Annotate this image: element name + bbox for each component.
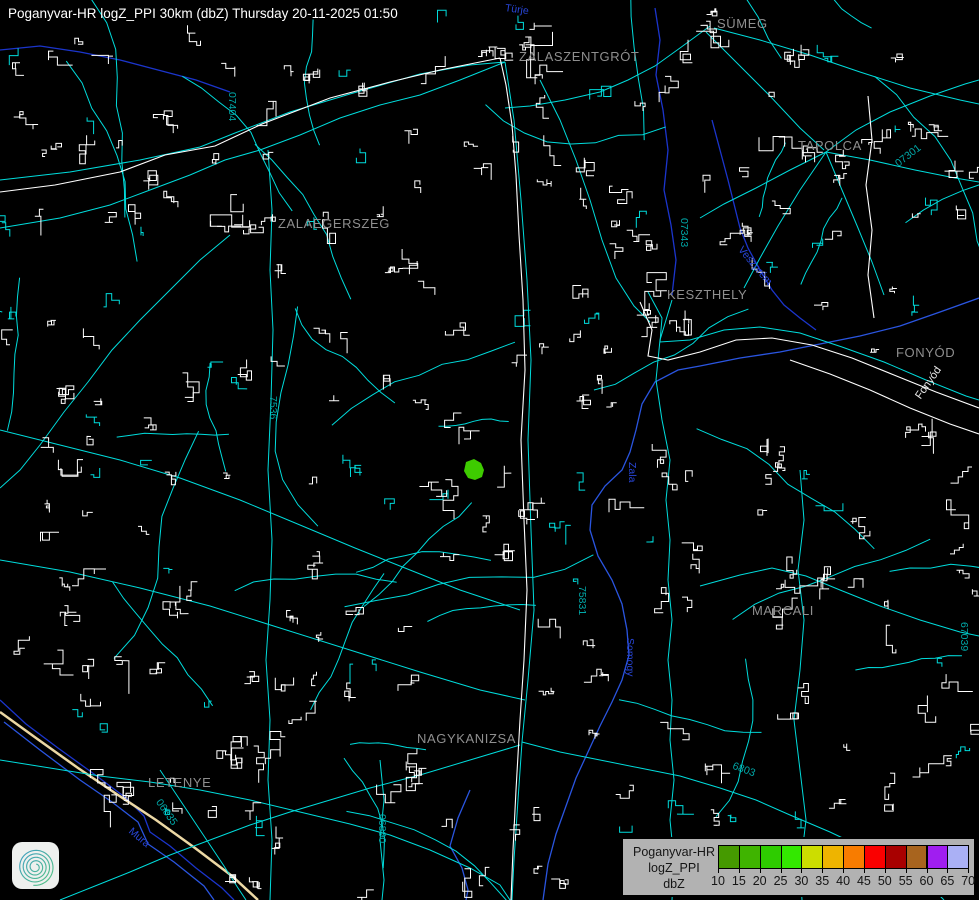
- radar-echo: [464, 459, 484, 480]
- city-label: FONYÓD: [896, 345, 955, 360]
- city-label: SÜMEG: [717, 16, 768, 31]
- legend-tick-label: 50: [878, 874, 892, 888]
- road-number-label: 67039: [958, 622, 970, 651]
- legend-tick: [760, 869, 761, 873]
- legend-tick-label: 70: [961, 874, 975, 888]
- legend-cell: [781, 845, 803, 869]
- legend-tick: [947, 869, 948, 873]
- legend-cell: [864, 845, 886, 869]
- legend-cell: [822, 845, 844, 869]
- legend-tick-label: 15: [732, 874, 746, 888]
- legend-tick-label: 10: [711, 874, 725, 888]
- road-number-label: 75831: [576, 586, 588, 615]
- roads-layer: [0, 0, 979, 900]
- legend-cell: [801, 845, 823, 869]
- legend-cell: [739, 845, 761, 869]
- city-label: ZALAEGERSZEG: [278, 216, 390, 231]
- legend-cell: [843, 845, 865, 869]
- water-boundary-label: Somogy: [624, 638, 636, 677]
- legend-cell: [906, 845, 928, 869]
- legend-tick-label: 45: [857, 874, 871, 888]
- dbz-color-scale-legend: Poganyvar-HR logZ_PPI dbZ 10 15 20 25 30 35 40…: [621, 837, 976, 897]
- legend-cell: [927, 845, 949, 869]
- legend-tick-label: 30: [794, 874, 808, 888]
- legend-tick-label: 60: [920, 874, 934, 888]
- product-title: Poganyvar-HR logZ_PPI 30km (dbZ) Thursda…: [8, 6, 398, 21]
- city-label: TAPOLCA: [798, 138, 862, 153]
- legend-tick-label: 25: [774, 874, 788, 888]
- road-number-label: 06890: [376, 814, 388, 843]
- legend-tick: [781, 869, 782, 873]
- city-label: KESZTHELY: [667, 287, 747, 302]
- radar-viewport: Poganyvar-HR logZ_PPI 30km (dbZ) Thursda…: [0, 0, 979, 900]
- legend-tick: [927, 869, 928, 873]
- legend-tick: [718, 869, 719, 873]
- legend-cell: [760, 845, 782, 869]
- legend-unit: dbZ: [627, 876, 721, 892]
- legend-tick-label: 35: [815, 874, 829, 888]
- legend-tick: [864, 869, 865, 873]
- legend-tick: [801, 869, 802, 873]
- legend-tick: [822, 869, 823, 873]
- legend-title: Poganyvar-HR logZ_PPI dbZ: [627, 844, 721, 892]
- legend-tick: [968, 869, 969, 873]
- spiral-logo-icon: [12, 842, 59, 889]
- radar-map-canvas: [0, 0, 979, 900]
- legend-tick-label: 55: [899, 874, 913, 888]
- radar-echo-layer: [464, 459, 484, 480]
- road-number-label: 7536: [267, 396, 279, 419]
- city-label: NAGYKANIZSA: [417, 731, 516, 746]
- legend-tick: [739, 869, 740, 873]
- legend-tick-label: 40: [836, 874, 850, 888]
- road-number-label: 07343: [678, 218, 690, 247]
- legend-cell: [718, 845, 740, 869]
- legend-tick: [906, 869, 907, 873]
- city-label: MARCALI: [752, 603, 814, 618]
- met-service-logo: [12, 842, 59, 889]
- legend-cell: [947, 845, 969, 869]
- city-label: ZALASZENTGRÓT: [519, 49, 639, 64]
- legend-radar-name: Poganyvar-HR: [627, 844, 721, 860]
- legend-tick: [885, 869, 886, 873]
- road-number-label: 07404: [226, 92, 238, 121]
- water-boundary-label: Zala: [626, 462, 638, 482]
- city-label: LETENYE: [148, 775, 211, 790]
- legend-tick: [843, 869, 844, 873]
- legend-cell: [885, 845, 907, 869]
- legend-tick-label: 20: [753, 874, 767, 888]
- spiral-glyph: [20, 850, 53, 885]
- legend-product-name: logZ_PPI: [627, 860, 721, 876]
- legend-tick-label: 65: [940, 874, 954, 888]
- boundaries-layer: [4, 298, 979, 900]
